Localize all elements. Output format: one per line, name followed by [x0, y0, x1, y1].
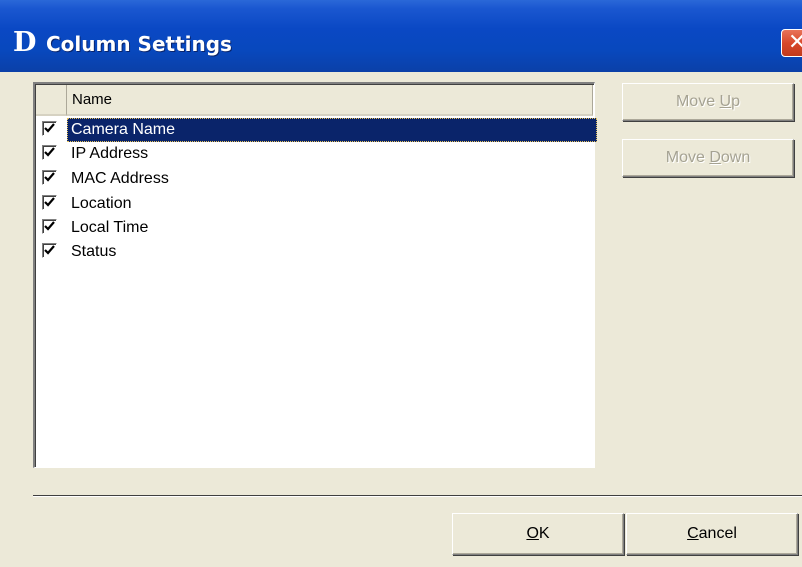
column-list[interactable]: Name Camera Name IP Address MAC Address: [33, 82, 597, 468]
close-button[interactable]: ✕: [781, 29, 802, 57]
row-label[interactable]: Camera Name: [67, 118, 597, 142]
list-item[interactable]: Local Time: [36, 216, 593, 240]
row-checkbox[interactable]: [42, 195, 57, 210]
footer-divider: [33, 495, 802, 497]
header-checkbox-column[interactable]: [36, 85, 67, 116]
move-up-accelerator: U: [719, 93, 732, 110]
check-mark-icon: [44, 172, 55, 182]
row-checkbox[interactable]: [42, 243, 57, 258]
cancel-label-rest: ancel: [698, 525, 737, 542]
move-up-label-rest: p: [731, 93, 741, 110]
row-label[interactable]: MAC Address: [67, 167, 173, 191]
ok-label-rest: K: [538, 525, 550, 542]
check-mark-icon: [44, 245, 55, 255]
title-bar[interactable]: D Column Settings ✕: [0, 0, 802, 72]
close-icon: ✕: [788, 30, 802, 55]
move-down-accelerator: D: [709, 149, 721, 166]
move-up-label: Move: [675, 93, 720, 110]
list-item[interactable]: IP Address: [36, 142, 593, 166]
cancel-accelerator: C: [687, 525, 699, 542]
list-header: Name: [36, 85, 593, 116]
row-label[interactable]: Local Time: [67, 216, 152, 240]
row-checkbox[interactable]: [42, 219, 57, 234]
list-item[interactable]: Status: [36, 240, 593, 264]
ok-accelerator: O: [526, 525, 539, 542]
row-label[interactable]: IP Address: [67, 142, 152, 166]
check-mark-icon: [44, 221, 55, 231]
check-mark-icon: [44, 147, 55, 157]
move-down-label: Move: [665, 149, 710, 166]
move-down-button[interactable]: Move Down: [622, 139, 794, 177]
check-mark-icon: [44, 123, 55, 133]
check-mark-icon: [44, 197, 55, 207]
list-item[interactable]: Location: [36, 192, 593, 216]
row-label[interactable]: Location: [67, 192, 136, 216]
move-up-button[interactable]: Move Up: [622, 83, 794, 121]
app-logo-icon: D: [13, 27, 37, 58]
ok-button[interactable]: OK: [452, 513, 624, 555]
header-name-column[interactable]: Name: [67, 85, 593, 116]
cancel-button[interactable]: Cancel: [626, 513, 798, 555]
column-settings-dialog: D Column Settings ✕ Name Camera Name IP …: [0, 0, 802, 567]
row-label[interactable]: Status: [67, 240, 120, 264]
row-checkbox[interactable]: [42, 170, 57, 185]
window-title: Column Settings: [46, 32, 232, 56]
list-item[interactable]: MAC Address: [36, 167, 593, 191]
row-checkbox[interactable]: [42, 145, 57, 160]
move-down-label-rest: own: [720, 149, 751, 166]
list-item[interactable]: Camera Name: [36, 118, 597, 142]
row-checkbox[interactable]: [42, 121, 57, 136]
